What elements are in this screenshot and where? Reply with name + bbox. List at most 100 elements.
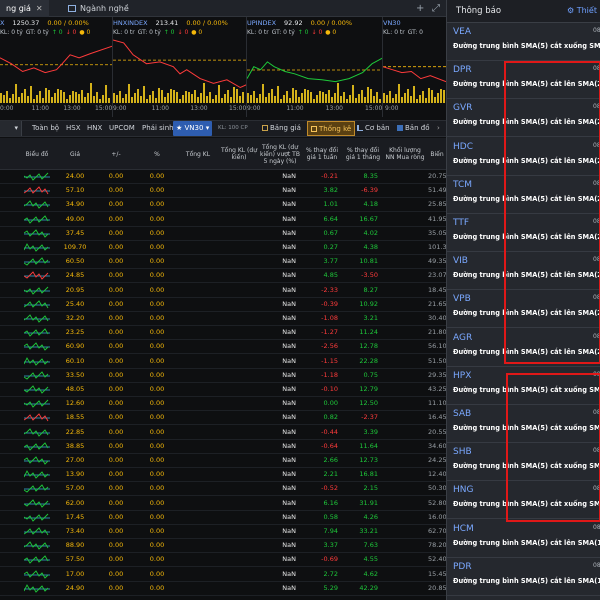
col-total-volume[interactable]: Tổng KL: [178, 138, 218, 170]
sparkline-icon[interactable]: [24, 384, 50, 395]
sparkline-icon[interactable]: [24, 554, 50, 565]
sparkline-icon[interactable]: [24, 313, 50, 324]
sparkline-icon[interactable]: [24, 526, 50, 537]
notification-item[interactable]: VEA 08 Đường trung bình SMA(5) cắt xuống S…: [447, 23, 600, 61]
ticker-symbol[interactable]: VEA: [453, 27, 471, 37]
sparkline-icon[interactable]: [24, 242, 50, 253]
col-price[interactable]: Giá: [56, 138, 94, 170]
ticker-symbol[interactable]: AGR: [453, 333, 472, 343]
filter-hnx[interactable]: HNX: [87, 121, 102, 136]
index-panel-upindex[interactable]: UPINDEX 92.92 0.00 / 0.00% KL: 0 tr GT: 0 tỷ…: [247, 17, 383, 117]
sparkline-icon[interactable]: [24, 498, 50, 509]
notification-item[interactable]: HCM 08 Đường trung bình SMA(5) cắt lên SMA…: [447, 520, 600, 558]
sparkline-icon[interactable]: [24, 398, 50, 409]
sparkline-icon[interactable]: [24, 469, 50, 480]
ticker-symbol[interactable]: PDR: [453, 562, 472, 572]
table-row[interactable]: 17.45 0.00 0.00 NaN 0.58 4.26 16.00: [0, 511, 446, 525]
tab-industry[interactable]: Ngành nghề: [62, 0, 135, 17]
ticker-symbol[interactable]: HPX: [453, 371, 471, 381]
col-foreign-net-buy[interactable]: Khối lượng NN Mua ròng: [384, 138, 426, 170]
col-volume-over-avg[interactable]: Tổng KL (dự kiến) vượt TB 5 ngày (%): [260, 138, 300, 170]
table-row[interactable]: 27.00 0.00 0.00 NaN 2.66 12.73 24.25: [0, 454, 446, 468]
add-tab-icon[interactable]: +: [416, 0, 424, 17]
table-row[interactable]: 13.90 0.00 0.00 NaN 2.21 16.81 12.40: [0, 468, 446, 483]
filter-upcom[interactable]: UPCOM: [109, 121, 135, 136]
table-row[interactable]: 109.70 0.00 0.00 NaN 0.27 4.38 101.30: [0, 241, 446, 255]
index-panel-vnindex[interactable]: X 1250.37 0.00 / 0.00% KL: 0 tỷ GT: 0 tỷ ↑ 0 ↓…: [0, 17, 113, 117]
table-row[interactable]: 57.00 0.00 0.00 NaN -0.52 2.15 50.30: [0, 482, 446, 497]
table-row[interactable]: 33.50 0.00 0.00 NaN -1.18 0.75 29.35: [0, 369, 446, 383]
sparkline-icon[interactable]: [24, 299, 50, 310]
ticker-symbol[interactable]: GVR: [453, 103, 472, 113]
sparkline-icon[interactable]: [24, 412, 50, 423]
col-expected-volume[interactable]: Tổng KL (dự kiến): [220, 138, 258, 170]
sparkline-icon[interactable]: [24, 540, 50, 551]
view-map[interactable]: Bản đồ: [397, 121, 429, 136]
ticker-symbol[interactable]: SAB: [453, 409, 471, 419]
table-row[interactable]: 60.90 0.00 0.00 NaN -2.56 12.78 56.10: [0, 340, 446, 355]
close-icon[interactable]: ✕: [36, 4, 43, 13]
sparkline-icon[interactable]: [24, 327, 50, 338]
index-panel-vn30[interactable]: VN30 KL: 0 tr GT: 0 9:00: [383, 17, 446, 117]
table-row[interactable]: 49.00 0.00 0.00 NaN 6.64 16.67 41.95: [0, 213, 446, 227]
table-row[interactable]: 60.50 0.00 0.00 NaN 3.77 10.81 49.35: [0, 255, 446, 270]
col-week-change[interactable]: % thay đổi giá 1 tuần: [302, 138, 342, 170]
table-row[interactable]: 57.50 0.00 0.00 NaN -0.69 4.55 52.40: [0, 553, 446, 568]
view-fundamentals[interactable]: Cơ bản: [357, 121, 390, 136]
sparkline-icon[interactable]: [24, 199, 50, 210]
ticker-symbol[interactable]: HNG: [453, 485, 473, 495]
filter-derivatives[interactable]: Phái sinh: [142, 121, 174, 136]
view-price-board[interactable]: Bảng giá: [262, 121, 301, 136]
table-row[interactable]: 57.10 0.00 0.00 NaN 3.82 -6.39 51.49: [0, 184, 446, 199]
filter-hsx[interactable]: HSX: [66, 121, 81, 136]
table-row[interactable]: 73.40 0.00 0.00 NaN 7.94 33.21 62.70: [0, 525, 446, 539]
sparkline-icon[interactable]: [24, 270, 50, 281]
table-row[interactable]: 37.45 0.00 0.00 NaN 0.67 4.02 35.05: [0, 227, 446, 241]
sparkline-icon[interactable]: [24, 569, 50, 580]
table-row[interactable]: 24.85 0.00 0.00 NaN 4.85 -3.50 23.07: [0, 269, 446, 284]
more-icon[interactable]: ›: [437, 121, 440, 136]
col-change[interactable]: +/-: [96, 138, 136, 170]
sparkline-icon[interactable]: [24, 441, 50, 452]
table-row[interactable]: 34.90 0.00 0.00 NaN 1.01 4.18 25.85: [0, 198, 446, 213]
sparkline-icon[interactable]: [24, 483, 50, 494]
view-statistics[interactable]: Thống kê: [307, 121, 356, 136]
ticker-symbol[interactable]: TTF: [453, 218, 469, 228]
ticker-symbol[interactable]: SHB: [453, 447, 472, 457]
settings-button[interactable]: ⚙ Thiết l: [567, 6, 600, 15]
ticker-symbol[interactable]: DPR: [453, 65, 472, 75]
table-row[interactable]: 24.90 0.00 0.00 NaN 5.29 42.29 20.85: [0, 582, 446, 596]
table-row[interactable]: 18.55 0.00 0.00 NaN 0.82 -2.37 16.45: [0, 411, 446, 426]
table-row[interactable]: 25.40 0.00 0.00 NaN -0.39 10.92 21.65: [0, 298, 446, 312]
notification-item[interactable]: PDR 08 Đường trung bình SMA(5) cắt lên SMA…: [447, 558, 600, 596]
col-month-change[interactable]: % thay đổi giá 1 tháng: [344, 138, 382, 170]
sparkline-icon[interactable]: [24, 228, 50, 239]
filter-vn30-selected[interactable]: ★ VN30 ▾: [173, 121, 213, 136]
ticker-symbol[interactable]: TCM: [453, 180, 472, 190]
col-volatility[interactable]: Biến: [428, 138, 446, 170]
sparkline-icon[interactable]: [24, 356, 50, 367]
table-row[interactable]: 23.25 0.00 0.00 NaN -1.27 11.24 21.80: [0, 326, 446, 341]
sparkline-icon[interactable]: [24, 256, 50, 267]
table-row[interactable]: 32.20 0.00 0.00 NaN -1.08 3.21 30.40: [0, 312, 446, 326]
table-row[interactable]: 17.00 0.00 0.00 NaN 2.72 4.62 15.45: [0, 568, 446, 582]
table-row[interactable]: 20.95 0.00 0.00 NaN -2.33 8.27 18.45: [0, 284, 446, 298]
col-pct[interactable]: %: [138, 138, 176, 170]
table-row[interactable]: 24.00 0.00 0.00 NaN -0.21 8.35 20.75: [0, 170, 446, 184]
table-row[interactable]: 88.90 0.00 0.00 NaN 3.37 7.63 78.20: [0, 539, 446, 554]
sparkline-icon[interactable]: [24, 341, 50, 352]
table-row[interactable]: 12.60 0.00 0.00 NaN 0.00 12.50 11.10: [0, 397, 446, 412]
filter-all[interactable]: Toàn bộ: [32, 121, 59, 136]
table-row[interactable]: 22.85 0.00 0.00 NaN -0.44 3.39 20.55: [0, 426, 446, 440]
col-chart[interactable]: Biểu đồ: [20, 138, 54, 170]
tab-price-board[interactable]: ng giá ✕: [0, 0, 49, 17]
expand-icon[interactable]: ⤢: [432, 0, 440, 17]
ticker-symbol[interactable]: HCM: [453, 524, 474, 534]
volume-filter[interactable]: KL: 100 CP: [218, 121, 248, 136]
sparkline-icon[interactable]: [24, 512, 50, 523]
table-row[interactable]: 38.85 0.00 0.00 NaN -0.64 11.64 34.60: [0, 440, 446, 454]
table-row[interactable]: 48.05 0.00 0.00 NaN -0.10 12.79 43.25: [0, 383, 446, 397]
ticker-symbol[interactable]: VIB: [453, 256, 468, 266]
table-row[interactable]: 60.10 0.00 0.00 NaN -1.15 22.28 51.50: [0, 355, 446, 369]
dropdown-chevron-icon[interactable]: ▾: [0, 121, 22, 136]
